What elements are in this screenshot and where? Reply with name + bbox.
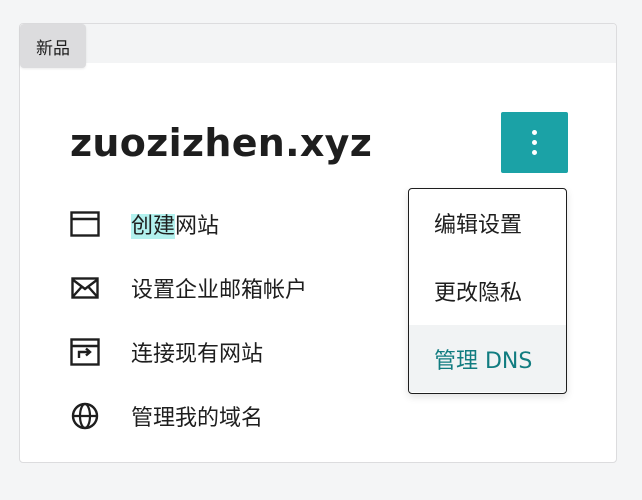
new-badge: 新品 [20, 24, 86, 68]
card-header [20, 24, 616, 63]
more-vertical-icon [532, 130, 537, 135]
browser-redirect-icon [68, 335, 102, 369]
label-rest: 网站 [175, 214, 220, 239]
browser-window-icon [68, 207, 102, 241]
action-manage-domain[interactable]: 管理我的域名 [68, 396, 368, 436]
envelope-icon [68, 271, 102, 305]
highlighted-text: 创建 [131, 214, 176, 239]
globe-icon [68, 399, 102, 433]
domain-title: zuozizhen.xyz [70, 121, 373, 165]
menu-item-change-privacy[interactable]: 更改隐私 [409, 257, 566, 324]
options-dropdown-menu: 编辑设置 更改隐私 管理 DNS [408, 188, 567, 394]
menu-item-manage-dns[interactable]: 管理 DNS [409, 325, 566, 392]
menu-item-edit-settings[interactable]: 编辑设置 [409, 189, 566, 256]
more-vertical-icon-dot [532, 150, 537, 155]
more-options-button[interactable] [501, 112, 568, 173]
action-setup-email[interactable]: 设置企业邮箱帐户 [68, 268, 368, 308]
action-create-site[interactable]: 创建网站 [68, 204, 368, 244]
action-manage-domain-label: 管理我的域名 [131, 406, 264, 431]
domain-card: 新品 zuozizhen.xyz 创建网站 设置企业邮箱帐户 连接现有网站 管理… [19, 23, 617, 463]
action-create-site-label: 创建网站 [131, 208, 219, 240]
more-vertical-icon-dot [532, 140, 537, 145]
action-connect-site-label: 连接现有网站 [131, 342, 264, 367]
action-setup-email-label: 设置企业邮箱帐户 [131, 278, 308, 303]
action-connect-site[interactable]: 连接现有网站 [68, 332, 368, 372]
